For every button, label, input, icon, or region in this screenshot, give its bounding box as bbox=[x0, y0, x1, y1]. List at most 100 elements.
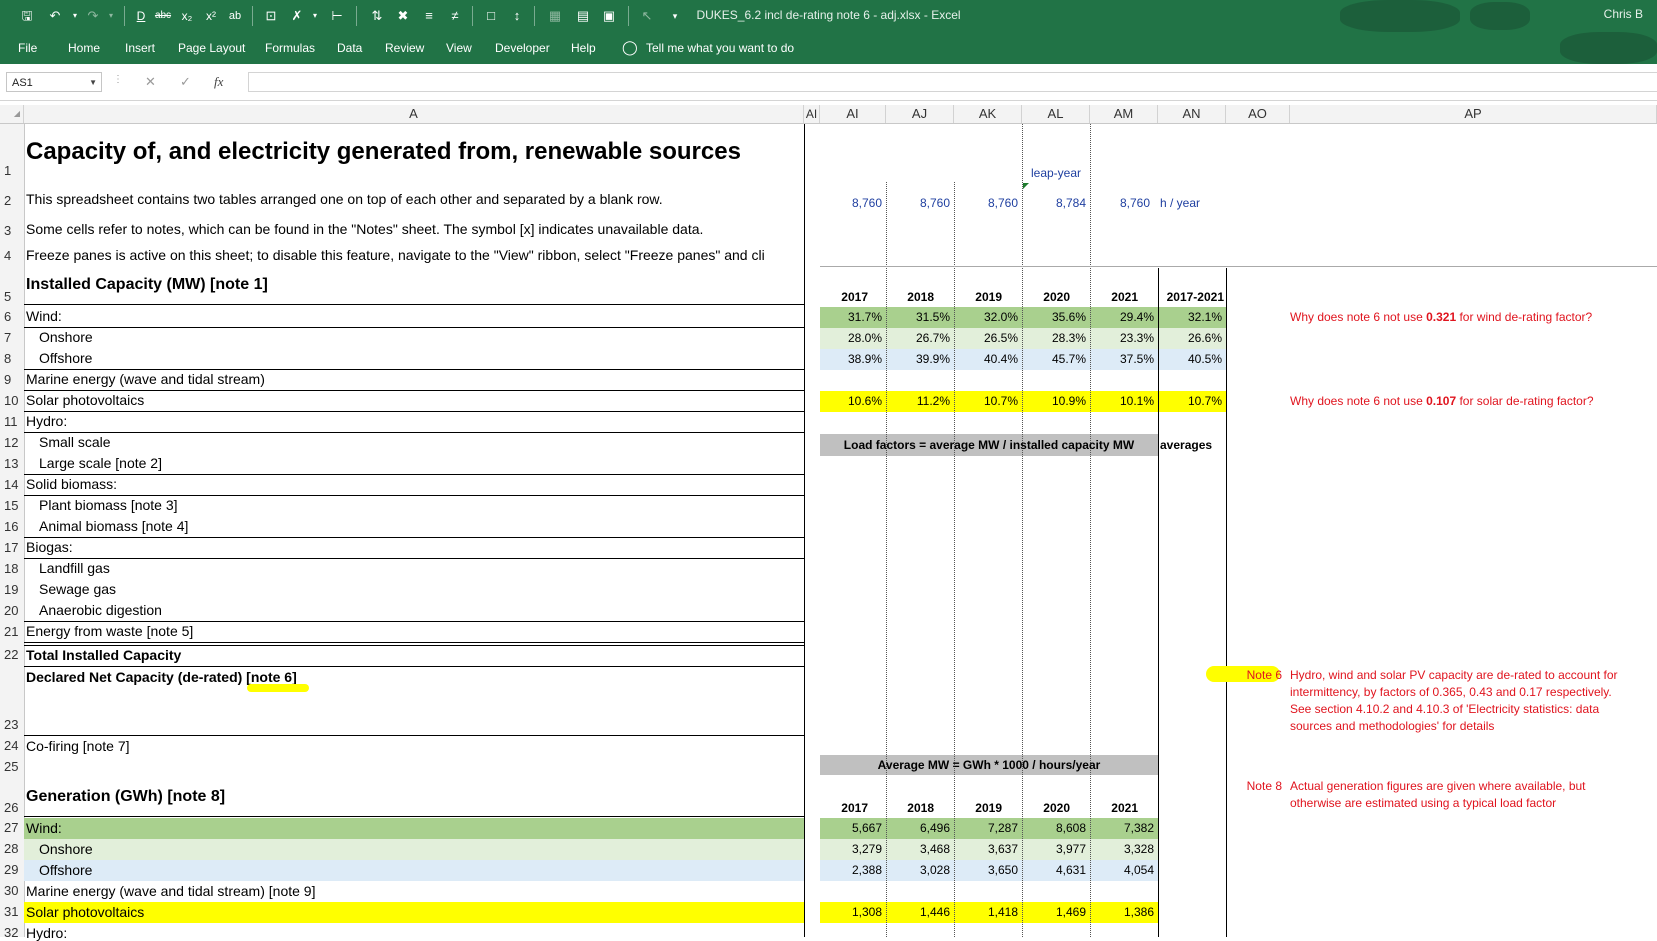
enter-icon[interactable]: ✓ bbox=[180, 74, 191, 90]
section-header-capacity[interactable]: Installed Capacity (MW) [note 1] bbox=[26, 276, 268, 294]
lf-solar[interactable]: 10.6% bbox=[820, 394, 882, 408]
avg-offshore[interactable]: 3,028 bbox=[886, 863, 950, 877]
leap-year-label[interactable]: leap-year bbox=[1022, 166, 1090, 180]
avg-year[interactable]: 2019 bbox=[954, 801, 1002, 815]
tell-me-search[interactable]: Tell me what you want to do bbox=[646, 41, 794, 55]
avg-year[interactable]: 2017 bbox=[820, 801, 868, 815]
avg-year[interactable]: 2021 bbox=[1090, 801, 1138, 815]
avg-solar[interactable]: 1,308 bbox=[820, 905, 882, 919]
avg-solar[interactable]: 1,469 bbox=[1022, 905, 1086, 919]
cell-a18[interactable]: Landfill gas bbox=[39, 560, 110, 576]
row-number[interactable]: 6 bbox=[0, 309, 22, 324]
lf-year[interactable]: 2017 bbox=[820, 290, 868, 304]
row-number[interactable]: 27 bbox=[0, 820, 22, 835]
column-header-an[interactable]: AN bbox=[1158, 105, 1226, 123]
load-factor-formula-label[interactable]: Load factors = average MW / installed ca… bbox=[820, 438, 1158, 452]
tab-file[interactable]: File bbox=[18, 41, 37, 55]
row-number[interactable]: 12 bbox=[0, 435, 22, 450]
tab-developer[interactable]: Developer bbox=[495, 41, 550, 55]
hours-unit[interactable]: h / year bbox=[1160, 196, 1200, 210]
avg-offshore[interactable]: 2,388 bbox=[820, 863, 882, 877]
column-header-ap[interactable]: AP bbox=[1290, 105, 1657, 123]
cell-a14[interactable]: Solid biomass: bbox=[26, 476, 117, 492]
lf-year[interactable]: 2019 bbox=[954, 290, 1002, 304]
tab-review[interactable]: Review bbox=[385, 41, 424, 55]
avg-onshore[interactable]: 3,279 bbox=[820, 842, 882, 856]
row-number[interactable]: 20 bbox=[0, 603, 22, 618]
tab-help[interactable]: Help bbox=[571, 41, 596, 55]
sheet-title[interactable]: Capacity of, and electricity generated f… bbox=[26, 138, 741, 166]
avg-wind[interactable]: 7,287 bbox=[954, 821, 1018, 835]
cell-a22[interactable]: Total Installed Capacity bbox=[26, 647, 181, 663]
lf-offshore[interactable]: 37.5% bbox=[1090, 352, 1154, 366]
cell-a7[interactable]: Onshore bbox=[39, 329, 93, 345]
lf-onshore[interactable]: 28.0% bbox=[820, 331, 882, 345]
row-number[interactable]: 26 bbox=[0, 800, 22, 815]
lf-solar[interactable]: 10.1% bbox=[1090, 394, 1154, 408]
tab-data[interactable]: Data bbox=[337, 41, 362, 55]
cell-a30[interactable]: Marine energy (wave and tidal stream) [n… bbox=[26, 883, 315, 899]
column-header-am[interactable]: AM bbox=[1090, 105, 1158, 123]
select-all-corner[interactable]: ◢ bbox=[0, 105, 24, 123]
lf-wind[interactable]: 32.1% bbox=[1158, 310, 1222, 324]
avg-solar[interactable]: 1,418 bbox=[954, 905, 1018, 919]
column-header-aj[interactable]: AJ bbox=[886, 105, 954, 123]
avg-wind[interactable]: 5,667 bbox=[820, 821, 882, 835]
row-number[interactable]: 2 bbox=[0, 193, 22, 208]
cancel-icon[interactable]: ✕ bbox=[145, 74, 156, 90]
cell-a3[interactable]: Some cells refer to notes, which can be … bbox=[26, 221, 703, 237]
row-number[interactable]: 29 bbox=[0, 862, 22, 877]
note8-line[interactable]: Actual generation figures are given wher… bbox=[1290, 779, 1586, 793]
cell-a27[interactable]: Wind: bbox=[26, 820, 62, 836]
cell-a20[interactable]: Anaerobic digestion bbox=[39, 602, 162, 618]
cell-a23[interactable]: Declared Net Capacity (de-rated) [note 6… bbox=[26, 669, 297, 685]
row-number[interactable]: 14 bbox=[0, 477, 22, 492]
row-number[interactable]: 31 bbox=[0, 904, 22, 919]
row-number[interactable]: 11 bbox=[0, 414, 22, 429]
tab-formulas[interactable]: Formulas bbox=[265, 41, 315, 55]
row-number[interactable]: 28 bbox=[0, 841, 22, 856]
avg-year[interactable]: 2020 bbox=[1022, 801, 1070, 815]
column-header-al[interactable]: AL bbox=[1022, 105, 1090, 123]
lf-offshore[interactable]: 39.9% bbox=[886, 352, 950, 366]
cell-a11[interactable]: Hydro: bbox=[26, 413, 67, 429]
cell-a10[interactable]: Solar photovoltaics bbox=[26, 392, 144, 408]
row-number[interactable]: 23 bbox=[0, 717, 22, 732]
lf-offshore[interactable]: 40.5% bbox=[1158, 352, 1222, 366]
lf-solar[interactable]: 11.2% bbox=[886, 394, 950, 408]
lf-year[interactable]: 2020 bbox=[1022, 290, 1070, 304]
row-number[interactable]: 25 bbox=[0, 759, 22, 774]
lf-solar[interactable]: 10.7% bbox=[1158, 394, 1222, 408]
row-number[interactable]: 8 bbox=[0, 351, 22, 366]
chevron-down-icon[interactable]: ▼ bbox=[89, 73, 97, 93]
lf-wind[interactable]: 31.7% bbox=[820, 310, 882, 324]
avg-wind[interactable]: 6,496 bbox=[886, 821, 950, 835]
avg-wind[interactable]: 8,608 bbox=[1022, 821, 1086, 835]
tab-insert[interactable]: Insert bbox=[125, 41, 155, 55]
cell-a28[interactable]: Onshore bbox=[39, 841, 93, 857]
note6-line[interactable]: Hydro, wind and solar PV capacity are de… bbox=[1290, 668, 1618, 682]
avg-solar[interactable]: 1,446 bbox=[886, 905, 950, 919]
cell-a31[interactable]: Solar photovoltaics bbox=[26, 904, 144, 920]
section-header-generation[interactable]: Generation (GWh) [note 8] bbox=[26, 788, 225, 806]
avg-onshore[interactable]: 3,977 bbox=[1022, 842, 1086, 856]
column-header-ao[interactable]: AO bbox=[1226, 105, 1290, 123]
row-number[interactable]: 13 bbox=[0, 456, 22, 471]
lf-offshore[interactable]: 40.4% bbox=[954, 352, 1018, 366]
lf-year[interactable]: 2018 bbox=[886, 290, 934, 304]
user-name[interactable]: Chris B bbox=[1604, 7, 1643, 21]
avg-year[interactable]: 2018 bbox=[886, 801, 934, 815]
lf-wind[interactable]: 31.5% bbox=[886, 310, 950, 324]
note6-label[interactable]: Note 6 bbox=[1226, 668, 1282, 682]
note8-label[interactable]: Note 8 bbox=[1226, 779, 1282, 793]
lf-year[interactable]: 2017-2021 bbox=[1158, 290, 1224, 304]
formula-input[interactable] bbox=[248, 72, 1657, 92]
lf-wind[interactable]: 35.6% bbox=[1022, 310, 1086, 324]
column-header-a[interactable]: A bbox=[24, 105, 804, 123]
row-number[interactable]: 7 bbox=[0, 330, 22, 345]
row-number[interactable]: 18 bbox=[0, 561, 22, 576]
avg-wind[interactable]: 7,382 bbox=[1090, 821, 1154, 835]
cell-a9[interactable]: Marine energy (wave and tidal stream) bbox=[26, 371, 265, 387]
cell-a8[interactable]: Offshore bbox=[39, 350, 92, 366]
row-number[interactable]: 9 bbox=[0, 372, 22, 387]
